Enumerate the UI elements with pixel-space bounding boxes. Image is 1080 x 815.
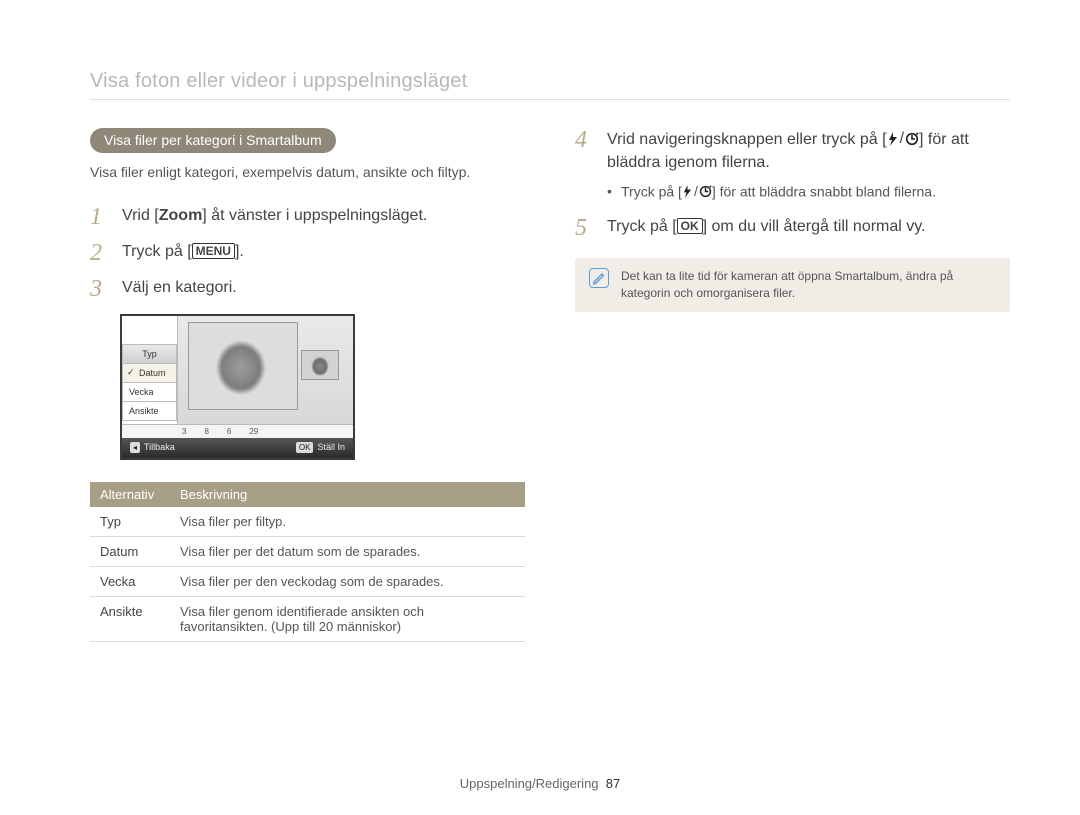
note-box: Det kan ta lite tid för kameran att öppn… (575, 258, 1010, 312)
screenshot-back: ◂Tillbaka (130, 442, 175, 453)
table-row: Datum Visa filer per det datum som de sp… (90, 536, 525, 566)
options-table: Alternativ Beskrivning Typ Visa filer pe… (90, 482, 525, 642)
flash-timer-icon: / (682, 182, 712, 202)
screenshot-menu-item: Datum (122, 364, 177, 383)
screenshot-photo-large (188, 322, 298, 410)
step-1-text: Vrid [Zoom] åt vänster i uppspelningsläg… (122, 207, 427, 224)
right-column: Vrid navigeringsknappen eller tryck på [… (575, 128, 1010, 642)
note-text: Det kan ta lite tid för kameran att öppn… (621, 268, 996, 302)
steps-right: Vrid navigeringsknappen eller tryck på [… (575, 128, 1010, 238)
steps-left: Vrid [Zoom] åt vänster i uppspelningsläg… (90, 205, 525, 300)
menu-icon: MENU (192, 243, 235, 259)
screenshot-ticks: 3 8 6 29 (122, 424, 353, 438)
back-key-icon: ◂ (130, 442, 140, 453)
screenshot-menu-header: Typ (122, 344, 177, 364)
screenshot-menu: Typ Datum Vecka Ansikte (122, 316, 178, 424)
step-4-sub: Tryck på [ / ] för att bläddra snabbt bl… (607, 182, 1010, 202)
left-column: Visa filer per kategori i Smartalbum Vis… (90, 128, 525, 642)
table-row: Typ Visa filer per filtyp. (90, 507, 525, 537)
screenshot-set: OKStäll In (296, 442, 345, 453)
step-1: Vrid [Zoom] åt vänster i uppspelningsläg… (90, 205, 525, 227)
page-title: Visa foton eller videor i uppspelningslä… (90, 70, 1010, 100)
table-head-description: Beskrivning (170, 482, 525, 507)
ok-icon: OK (677, 218, 703, 234)
step-5: Tryck på [OK] om du vill återgå till nor… (575, 216, 1010, 238)
flash-timer-icon: / (887, 128, 919, 150)
step-4: Vrid navigeringsknappen eller tryck på [… (575, 128, 1010, 202)
step-3: Välj en kategori. (90, 277, 525, 299)
page-footer: Uppspelning/Redigering 87 (0, 776, 1080, 791)
ok-key-icon: OK (296, 442, 314, 453)
table-row: Ansikte Visa filer genom identifierade a… (90, 596, 525, 641)
screenshot-menu-item: Vecka (122, 383, 177, 402)
note-icon (589, 268, 609, 288)
table-head-option: Alternativ (90, 482, 170, 507)
camera-screenshot: Typ Datum Vecka Ansikte 3 8 6 29 (120, 314, 355, 460)
screenshot-photo-thumb (301, 350, 339, 380)
screenshot-menu-item: Ansikte (122, 402, 177, 421)
table-row: Vecka Visa filer per den veckodag som de… (90, 566, 525, 596)
step-2: Tryck på [MENU]. (90, 241, 525, 263)
section-heading-pill: Visa filer per kategori i Smartalbum (90, 128, 336, 153)
intro-text: Visa filer enligt kategori, exempelvis d… (90, 163, 525, 183)
